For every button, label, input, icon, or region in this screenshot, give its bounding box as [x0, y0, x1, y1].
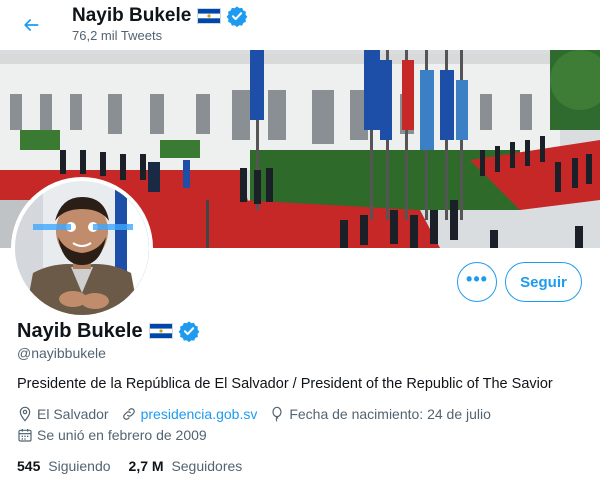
birthday-item: Fecha de nacimiento: 24 de julio	[269, 406, 491, 422]
back-button[interactable]	[14, 8, 48, 42]
more-options-button[interactable]: •••	[457, 262, 497, 302]
top-bar: Nayib Bukele 76,2 mil Tweets	[0, 0, 600, 50]
avatar-image	[15, 181, 149, 315]
calendar-icon	[18, 429, 32, 442]
more-options-icon: •••	[466, 268, 488, 289]
profile-bio: Presidente de la República de El Salvado…	[17, 376, 553, 392]
verified-badge-icon	[226, 5, 248, 28]
joined-item: Se unió en febrero de 2009	[17, 427, 207, 443]
joined-text: Se unió en febrero de 2009	[37, 427, 207, 443]
tweet-count: 76,2 mil Tweets	[72, 28, 163, 43]
birthday-text: Fecha de nacimiento: 24 de julio	[289, 406, 491, 422]
following-link[interactable]: 545 Siguiendo	[17, 458, 111, 474]
profile-joined-row: Se unió en febrero de 2009	[17, 427, 219, 443]
followers-count: 2,7 M	[128, 458, 164, 474]
following-label: Siguiendo	[48, 458, 111, 474]
back-arrow-icon	[24, 19, 39, 31]
top-display-name: Nayib Bukele	[72, 5, 192, 26]
profile-handle: @nayibbukele	[17, 345, 106, 361]
location-icon	[19, 406, 31, 422]
followers-link[interactable]: 2,7 M Seguidores	[129, 458, 243, 474]
profile-name-row: Nayib Bukele	[17, 318, 200, 344]
profile-stats: 545 Siguiendo 2,7 M Seguidores	[17, 458, 260, 474]
following-count: 545	[17, 458, 41, 474]
profile-meta-row: El Salvador presidencia.gob.sv Fecha de …	[17, 406, 503, 422]
location-text: El Salvador	[37, 406, 109, 422]
verified-badge-icon	[178, 320, 200, 343]
website-item[interactable]: presidencia.gob.sv	[121, 406, 258, 422]
top-name-row: Nayib Bukele	[72, 4, 248, 28]
profile-display-name: Nayib Bukele	[17, 319, 143, 342]
link-icon	[122, 408, 135, 420]
website-link[interactable]: presidencia.gob.sv	[141, 406, 258, 422]
location-item: El Salvador	[17, 406, 109, 422]
flag-icon	[197, 8, 222, 24]
follow-button[interactable]: Seguir	[505, 262, 582, 302]
flag-icon	[148, 323, 173, 339]
followers-label: Seguidores	[171, 458, 243, 474]
avatar[interactable]	[11, 177, 153, 319]
balloon-icon	[272, 406, 282, 422]
